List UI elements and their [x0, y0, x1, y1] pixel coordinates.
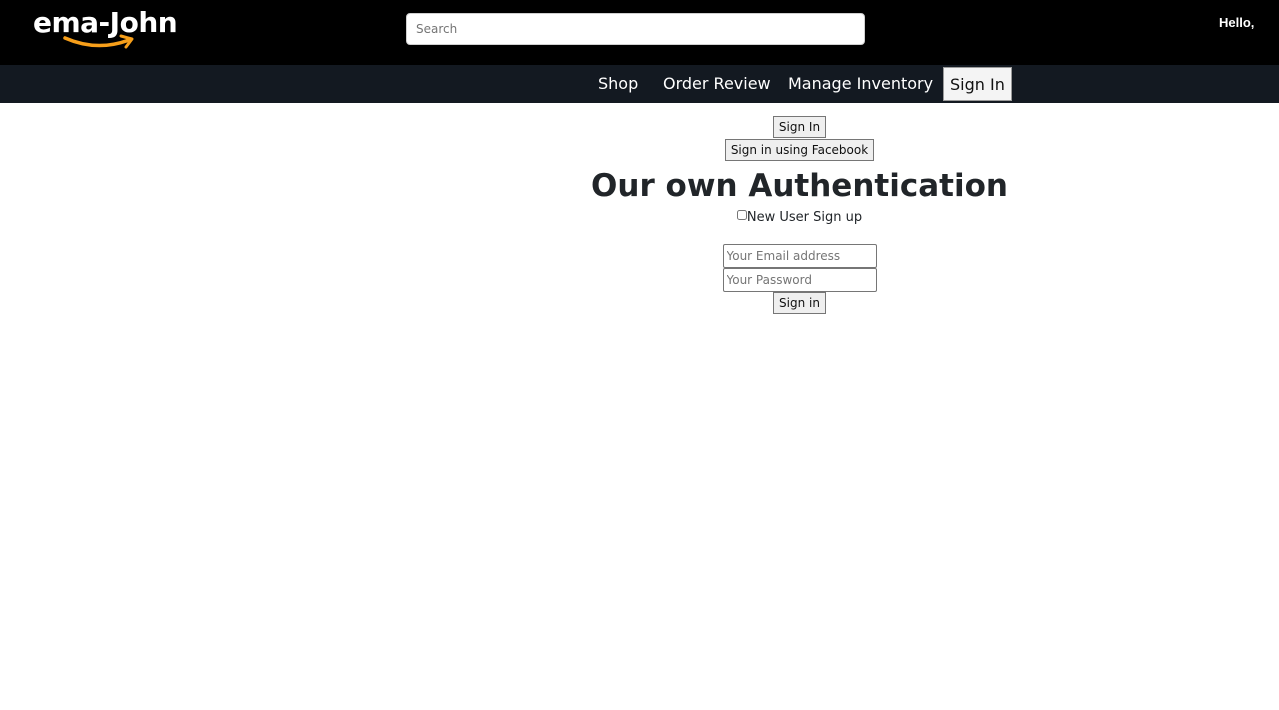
nav-link-order-review[interactable]: Order Review [663, 65, 771, 103]
header-bar: ema-John Hello, [0, 0, 1279, 65]
nav-bar: Shop Order Review Manage Inventory Sign … [0, 65, 1279, 103]
new-user-row: New User Sign up [320, 209, 1279, 227]
new-user-checkbox[interactable] [736, 210, 747, 220]
search-input[interactable] [406, 13, 865, 45]
nav-link-manage-inventory[interactable]: Manage Inventory [788, 65, 933, 103]
nav-link-sign-in[interactable]: Sign In [943, 67, 1012, 101]
login-panel: Sign In Sign in using Facebook Our own A… [320, 103, 1279, 314]
password-field[interactable] [722, 268, 877, 292]
auth-heading: Our own Authentication [591, 168, 1008, 204]
smile-arrow-icon [63, 34, 134, 49]
nav-link-shop[interactable]: Shop [598, 65, 638, 103]
logo[interactable]: ema-John [33, 6, 185, 52]
new-user-label: New User Sign up [746, 210, 863, 225]
facebook-sign-in-button[interactable]: Sign in using Facebook [724, 139, 875, 161]
submit-sign-in-button[interactable]: Sign in [773, 292, 826, 314]
email-field[interactable] [722, 244, 877, 268]
user-greeting: Hello, [1219, 15, 1255, 30]
sign-in-button[interactable]: Sign In [772, 116, 827, 138]
